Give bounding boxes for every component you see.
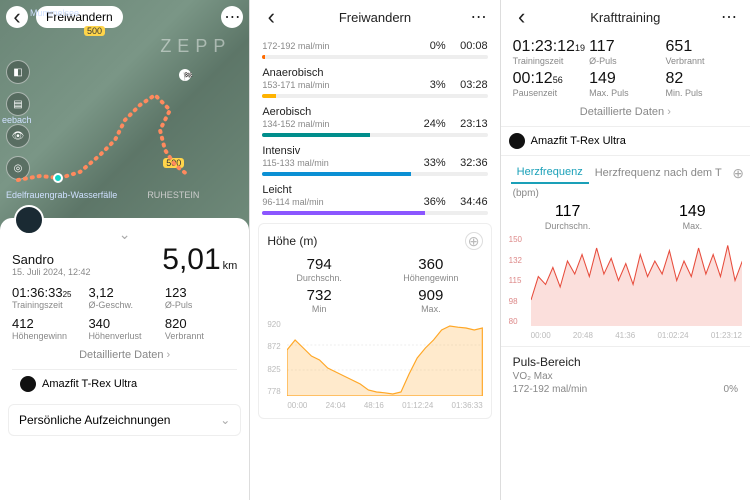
hr-zone: Leicht96-114 mal/min36%34:46 (262, 184, 487, 215)
vo2-label: VO₂ Max (501, 371, 750, 382)
puls-bereich-title: Puls-Bereich (501, 346, 750, 371)
chevron-down-icon: ⌄ (220, 413, 230, 427)
search-icon[interactable]: ⊕ (732, 165, 744, 182)
detail-link[interactable]: Detaillierte Daten (12, 349, 237, 361)
vo2-range: 172-192 mal/min (513, 384, 587, 395)
hr-zones: 172-192 mal/min0%00:08 Anaerobisch153-171… (250, 40, 499, 215)
page-title: Freiwandern (282, 10, 467, 25)
records-card[interactable]: Persönliche Aufzeichnungen⌄ (8, 404, 241, 436)
page-title: Krafttraining (533, 10, 718, 25)
tab-hr-after[interactable]: Herzfrequenz nach dem T (589, 163, 728, 183)
watch-icon (509, 133, 525, 149)
svg-text:🏁: 🏁 (183, 71, 193, 81)
bpm-label: (bpm) (501, 184, 750, 199)
pane-krafttraining: Krafttraining 01:23:1219Trainingszeit 11… (501, 0, 750, 500)
vo2-pct: 0% (724, 384, 738, 395)
back-icon[interactable] (260, 6, 282, 28)
detail-link[interactable]: Detaillierte Daten (501, 106, 750, 118)
elevation-title: Höhe (m) (267, 234, 317, 248)
user-name: Sandro (12, 252, 91, 267)
more-icon[interactable] (718, 6, 740, 28)
hr-summary: 117Durchschn. 149Max. (501, 199, 750, 235)
elevation-chart: 920872825778 00:0024:0448:1601:12:2401:3… (267, 320, 482, 410)
tab-hr[interactable]: Herzfrequenz (511, 162, 589, 184)
back-icon[interactable] (511, 6, 533, 28)
distance-unit: km (223, 260, 238, 272)
elevation-panel: Höhe (m)⊕ 794Durchschn. 360Höhengewinn 7… (258, 223, 491, 419)
summary-sheet: ⌄ Sandro 15. Juli 2024, 12:42 5,01km 01:… (0, 218, 249, 398)
hr-zone: Anaerobisch153-171 mal/min3%03:28 (262, 67, 487, 98)
map-view[interactable]: Freiwandern ZEPP ◧ ▤ 👁 ◎ Edelfrauengrab-… (0, 0, 249, 230)
kraft-stats: 01:23:1219Trainingszeit 117Ø-Puls 651Ver… (501, 34, 750, 98)
device-pill[interactable]: Amazfit T-Rex Ultra (12, 369, 237, 398)
avatar[interactable] (14, 205, 44, 235)
hr-chart: 1501321159880 00:0020:4841:3601:02:2401:… (509, 235, 742, 340)
expand-icon[interactable]: ⊕ (465, 232, 483, 250)
device-pill[interactable]: Amazfit T-Rex Ultra (501, 126, 750, 156)
watch-icon (20, 376, 36, 392)
hr-zone: 172-192 mal/min0%00:08 (262, 40, 487, 59)
hr-zone: Intensiv115-133 mal/min33%32:36 (262, 145, 487, 176)
more-icon[interactable] (468, 6, 490, 28)
pane-freiwandern-detail: Freiwandern 172-192 mal/min0%00:08 Anaero… (250, 0, 500, 500)
distance-value: 5,01 (162, 243, 220, 276)
hr-zone: Aerobisch134-152 mal/min24%23:13 (262, 106, 487, 137)
pane-freiwandern-summary: Freiwandern ZEPP ◧ ▤ 👁 ◎ Edelfrauengrab-… (0, 0, 250, 500)
activity-date: 15. Juli 2024, 12:42 (12, 267, 91, 277)
sheet-handle-icon[interactable]: ⌄ (12, 226, 237, 243)
hr-tabs: Herzfrequenz Herzfrequenz nach dem T ⊕ (501, 156, 750, 184)
summary-stats: 01:36:3325Trainingszeit 3,12Ø-Geschw. 12… (12, 285, 237, 341)
